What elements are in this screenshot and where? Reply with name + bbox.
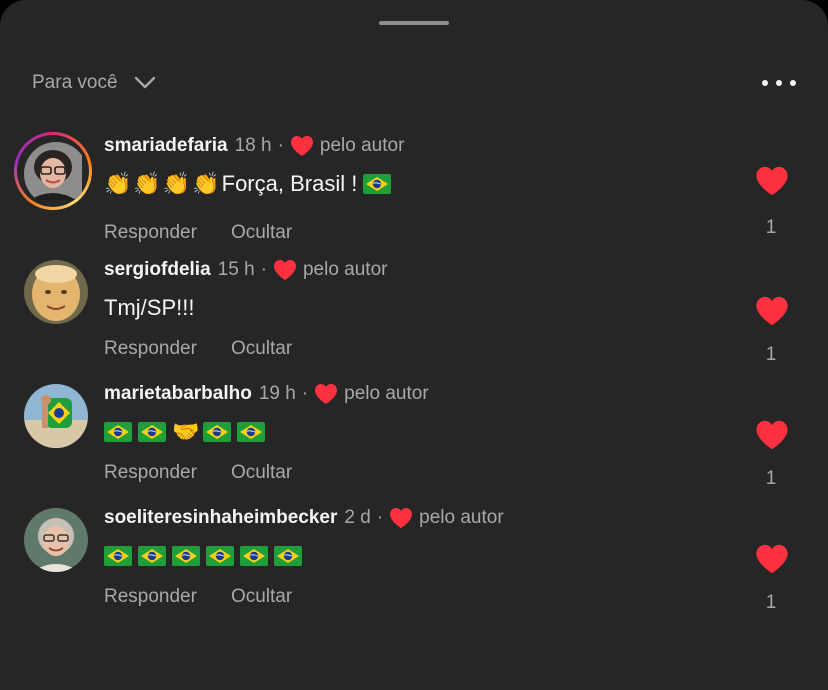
liked-by-author-label: pelo autor [319, 135, 405, 156]
comment-meta: soeliteresinhaheimbecker 2 d · pelo auto… [104, 504, 504, 532]
author-heart-icon [389, 507, 413, 529]
comment-text: 👏 👏 👏 👏 Força, Brasil ! [104, 168, 397, 200]
handshake-emoji: 🤝 [172, 419, 200, 444]
author-heart-icon [273, 259, 297, 281]
comment-time: 18 h [234, 135, 272, 156]
drag-handle[interactable] [379, 21, 449, 25]
dot [762, 80, 768, 86]
comment-item: smariadefaria 18 h · pelo autor 👏 👏 👏 👏 … [0, 132, 828, 252]
comment-time: 19 h [258, 383, 296, 404]
hide-button[interactable]: Ocultar [231, 222, 292, 244]
brazil-flag-icon [138, 546, 166, 566]
separator: · [376, 507, 384, 528]
avatar [24, 508, 88, 572]
like-count: 1 [765, 592, 777, 613]
liked-by-author-label: pelo autor [302, 259, 388, 280]
username-link[interactable]: smariadefaria [104, 135, 228, 157]
like-count: 1 [765, 217, 777, 238]
comment-text [104, 540, 308, 572]
hide-button[interactable]: Ocultar [231, 338, 292, 360]
comment-item: marietabarbalho 19 h · pelo autor 🤝 Resp… [0, 380, 828, 500]
avatar-story-ring[interactable] [14, 132, 92, 210]
brazil-flag-icon [172, 546, 200, 566]
reply-button[interactable]: Responder [104, 586, 197, 608]
comment-meta: marietabarbalho 19 h · pelo autor [104, 380, 429, 408]
dot [776, 80, 782, 86]
comment-actions: Responder Ocultar [104, 462, 292, 484]
comments-sheet: Para você smariadefaria 18 h · pelo auto… [0, 0, 828, 690]
clapping-hands-emoji: 👏 [133, 171, 161, 196]
sort-dropdown[interactable]: Para você [32, 72, 156, 94]
username-link[interactable]: marietabarbalho [104, 383, 252, 405]
brazil-flag-icon [274, 546, 302, 566]
comment-meta: smariadefaria 18 h · pelo autor [104, 132, 404, 160]
brazil-flag-icon [104, 546, 132, 566]
author-heart-icon [290, 135, 314, 157]
clapping-hands-emoji: 👏 [104, 171, 132, 196]
avatar [24, 142, 88, 206]
separator: · [301, 383, 309, 404]
brazil-flag-icon [203, 422, 231, 442]
avatar [24, 384, 88, 448]
brazil-flag-icon [240, 546, 268, 566]
comments-header: Para você [0, 64, 828, 104]
separator: · [277, 135, 284, 156]
comment-actions: Responder Ocultar [104, 338, 292, 360]
comment-actions: Responder Ocultar [104, 586, 292, 608]
brazil-flag-icon [363, 174, 391, 194]
comment-time: 2 d [344, 507, 371, 528]
author-heart-icon [314, 383, 338, 405]
clapping-hands-emoji: 👏 [162, 171, 191, 196]
heart-icon[interactable] [755, 419, 789, 451]
heart-icon[interactable] [755, 295, 789, 327]
comment-text: Tmj/SP!!! [104, 292, 194, 324]
username-link[interactable]: soeliteresinhaheimbecker [104, 507, 337, 529]
brazil-flag-icon [104, 422, 132, 442]
sort-label: Para você [32, 72, 118, 93]
comment-item: soeliteresinhaheimbecker 2 d · pelo auto… [0, 504, 828, 624]
more-options-icon[interactable] [762, 72, 796, 94]
comment-text: 🤝 [104, 416, 271, 448]
liked-by-author-label: pelo autor [344, 383, 429, 404]
brazil-flag-icon [138, 422, 166, 442]
comment-item: sergiofdelia 15 h · pelo autor Tmj/SP!!!… [0, 256, 828, 376]
comment-actions: Responder Ocultar [104, 222, 292, 244]
comment-time: 15 h [217, 259, 255, 280]
like-count: 1 [765, 344, 777, 365]
clapping-hands-emoji: 👏 [192, 171, 220, 196]
dot [790, 80, 796, 86]
brazil-flag-icon [237, 422, 265, 442]
hide-button[interactable]: Ocultar [231, 462, 292, 484]
liked-by-author-label: pelo autor [419, 507, 504, 528]
heart-icon[interactable] [755, 165, 789, 197]
reply-button[interactable]: Responder [104, 462, 197, 484]
comment-meta: sergiofdelia 15 h · pelo autor [104, 256, 387, 284]
avatar [24, 260, 88, 324]
like-count: 1 [765, 468, 777, 489]
comment-body: Tmj/SP!!! [104, 295, 195, 320]
chevron-down-icon [134, 76, 155, 89]
separator: · [260, 259, 267, 280]
username-link[interactable]: sergiofdelia [104, 259, 211, 281]
heart-icon[interactable] [755, 543, 789, 575]
brazil-flag-icon [206, 546, 234, 566]
hide-button[interactable]: Ocultar [231, 586, 292, 608]
avatar-button[interactable] [14, 256, 92, 334]
reply-button[interactable]: Responder [104, 222, 197, 244]
avatar-button[interactable] [14, 504, 92, 582]
reply-button[interactable]: Responder [104, 338, 197, 360]
comment-body: Força, Brasil ! [221, 171, 358, 196]
avatar-button[interactable] [14, 380, 92, 458]
